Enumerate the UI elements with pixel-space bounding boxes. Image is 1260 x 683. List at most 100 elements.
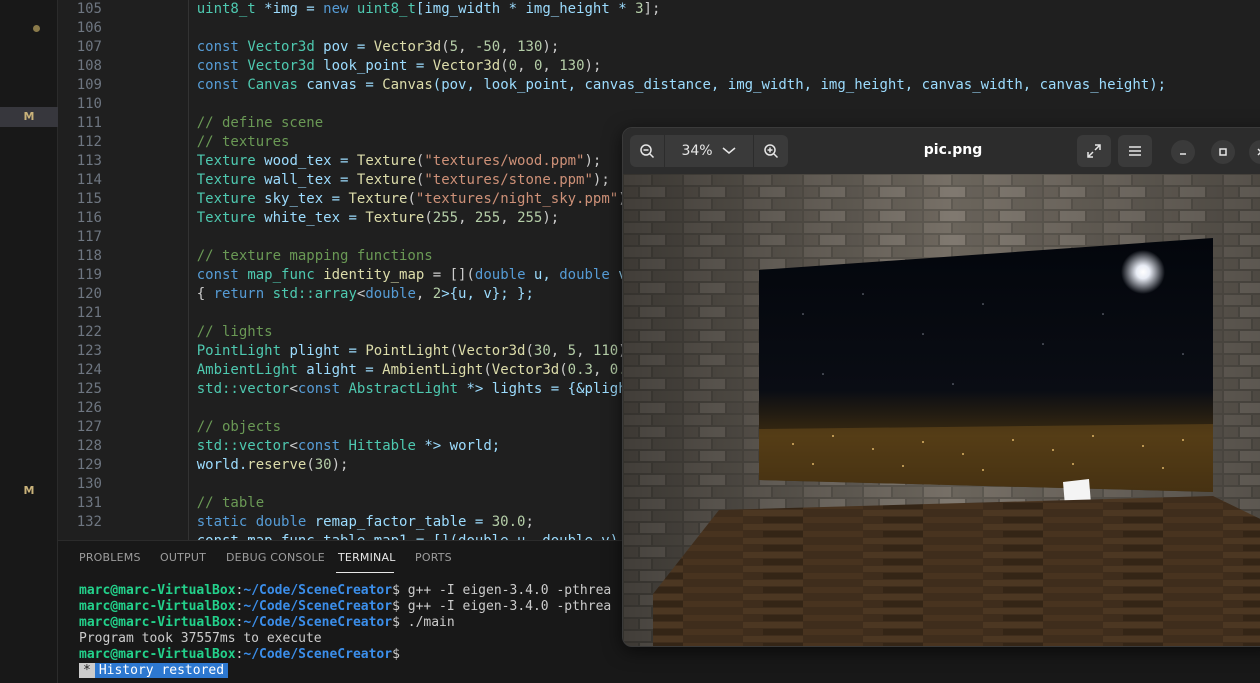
code-line[interactable]: 110 — [58, 95, 1260, 114]
code-line[interactable]: 108 const Vector3d look_point = Vector3d… — [58, 57, 1260, 76]
code-text: // lights — [163, 323, 273, 342]
code-text: const Vector3d pov = Vector3d(5, -50, 13… — [163, 38, 560, 57]
tab-debug-console[interactable]: DEBUG CONSOLE — [226, 551, 325, 564]
line-number: 129 — [76, 457, 102, 473]
code-token: 0 — [508, 58, 518, 74]
maximize-button[interactable] — [1211, 140, 1235, 164]
prompt-user: marc@marc-VirtualBox — [79, 615, 236, 630]
history-restored-banner: * History restored — [79, 663, 229, 679]
code-token: [img_width * img_height * — [415, 1, 636, 17]
viewer-title: pic.png — [923, 142, 983, 158]
zoom-level-dropdown[interactable]: 34% — [665, 135, 753, 167]
line-number: 118 — [76, 248, 102, 264]
code-token: < — [289, 438, 298, 454]
code-token: Texture — [196, 210, 256, 226]
code-text: const Vector3d look_point = Vector3d(0, … — [163, 57, 602, 76]
code-text: // define scene — [163, 114, 323, 133]
code-token: , — [458, 39, 475, 55]
line-number: 132 — [76, 514, 102, 530]
code-token: ( — [449, 343, 459, 359]
line-number: 122 — [76, 324, 102, 340]
code-token: wall_tex = — [255, 172, 357, 188]
tab-problems[interactable]: PROBLEMS — [79, 551, 141, 564]
code-token: ); — [542, 39, 560, 55]
line-number: 113 — [76, 153, 102, 169]
line-number: 116 — [76, 210, 102, 226]
line-number: 120 — [76, 286, 102, 302]
zoom-out-button[interactable] — [630, 135, 664, 167]
code-token: Texture — [196, 153, 256, 169]
zoom-in-icon — [764, 144, 779, 159]
code-token: const — [196, 58, 239, 74]
code-token: vector — [238, 381, 290, 397]
code-text: // table — [163, 494, 264, 513]
code-token: canvas = — [297, 77, 383, 93]
code-token: ); — [331, 457, 349, 473]
code-token: Texture — [356, 153, 416, 169]
terminal-line: marc@marc-VirtualBox:~/Code/SceneCreator… — [79, 599, 611, 615]
code-line[interactable]: 107 const Vector3d pov = Vector3d(5, -50… — [58, 38, 1260, 57]
code-token: double — [474, 267, 526, 283]
code-line[interactable]: 105 uint8_t *img = new uint8_t[img_width… — [58, 0, 1260, 19]
code-token: array — [314, 286, 357, 302]
menu-button[interactable] — [1118, 135, 1152, 167]
code-token: PointLight — [196, 343, 282, 359]
image-viewer-window[interactable]: 34% pic.png — [622, 127, 1260, 647]
code-token: 2 — [432, 286, 442, 302]
line-number: 130 — [76, 476, 102, 492]
code-token: Vector3d — [247, 58, 315, 74]
code-line[interactable]: 109 const Canvas canvas = Canvas(pov, lo… — [58, 76, 1260, 95]
prompt-path: ~/Code/SceneCreator — [243, 599, 393, 614]
code-token: ( — [407, 191, 416, 207]
line-number: 115 — [76, 191, 102, 207]
code-token: , — [415, 286, 433, 302]
code-token: , — [542, 58, 560, 74]
code-token: plight = — [281, 343, 366, 359]
line-number: 112 — [76, 134, 102, 150]
code-text: const map_func identity_map = [](double … — [163, 266, 635, 285]
terminal-line: marc@marc-VirtualBox:~/Code/SceneCreator… — [79, 647, 400, 663]
tab-terminal[interactable]: TERMINAL — [338, 551, 396, 564]
code-token: PointLight — [365, 343, 450, 359]
terminal-command: $ g++ -I eigen-3.4.0 -pthrea — [392, 583, 612, 598]
code-line[interactable]: 106 — [58, 19, 1260, 38]
code-token: const map_func table_map1 = [](double u,… — [197, 533, 618, 540]
chevron-down-icon — [722, 147, 736, 154]
line-number: 106 — [76, 20, 102, 36]
minimize-icon — [1180, 153, 1186, 155]
close-button[interactable] — [1249, 140, 1260, 164]
code-text: // textures — [163, 133, 290, 152]
tab-ports[interactable]: PORTS — [415, 551, 452, 564]
line-number: 121 — [76, 305, 102, 321]
code-token: alight = — [297, 362, 383, 378]
modified-marker: M — [23, 484, 35, 497]
code-token: ( — [559, 362, 568, 378]
minimize-button[interactable] — [1171, 140, 1195, 164]
code-token: // table — [196, 495, 265, 511]
code-text: world.reserve(30); — [163, 456, 349, 475]
code-token: 255 — [474, 210, 501, 226]
zoom-in-button[interactable] — [754, 135, 788, 167]
prompt-user: marc@marc-VirtualBox — [79, 583, 236, 598]
code-token: double — [559, 267, 610, 283]
code-token: 30 — [314, 457, 332, 473]
line-number: 105 — [76, 1, 102, 17]
fullscreen-button[interactable] — [1077, 135, 1111, 167]
tab-output[interactable]: OUTPUT — [160, 551, 206, 564]
code-token: 130 — [559, 58, 585, 74]
code-token: Texture — [365, 210, 425, 226]
code-token: , — [517, 58, 534, 74]
prompt-path: ~/Code/SceneCreator — [243, 583, 393, 598]
code-token: , — [592, 362, 610, 378]
code-token: Hittable — [348, 438, 416, 454]
code-token: map_func — [247, 267, 315, 283]
hamburger-menu-icon — [1129, 146, 1141, 156]
